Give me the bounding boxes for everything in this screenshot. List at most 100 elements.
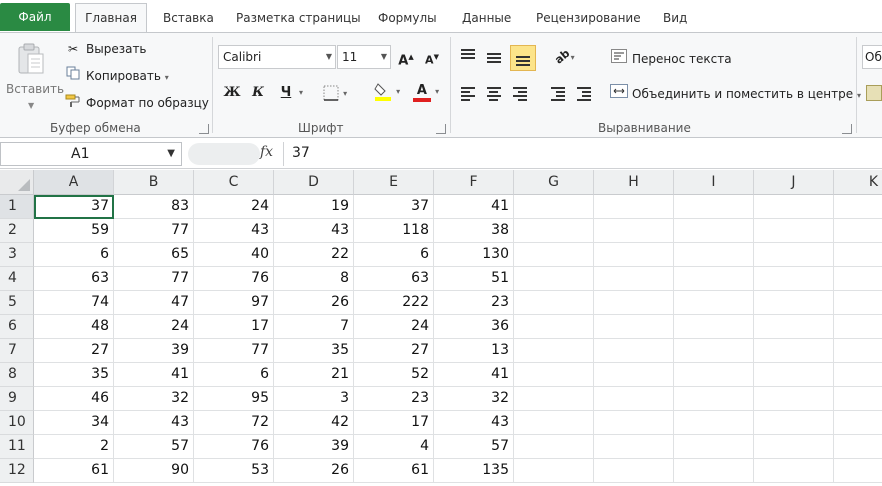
cell-f10[interactable]: 43 [434, 411, 514, 435]
cell-j1[interactable] [754, 195, 834, 219]
cell-b11[interactable]: 57 [114, 435, 194, 459]
cell-d11[interactable]: 39 [274, 435, 354, 459]
cell-c3[interactable]: 40 [194, 243, 274, 267]
cell-g1[interactable] [514, 195, 594, 219]
cell-d8[interactable]: 21 [274, 363, 354, 387]
tab-data[interactable]: Данные [462, 6, 511, 30]
cell-h2[interactable] [594, 219, 674, 243]
clipboard-launcher-icon[interactable] [199, 124, 209, 134]
orientation-button[interactable]: ab▾ [550, 46, 580, 68]
cell-j9[interactable] [754, 387, 834, 411]
cell-e7[interactable]: 27 [354, 339, 434, 363]
cell-b7[interactable]: 39 [114, 339, 194, 363]
cell-k3[interactable] [834, 243, 882, 267]
cell-e10[interactable]: 17 [354, 411, 434, 435]
cell-k9[interactable] [834, 387, 882, 411]
cell-h10[interactable] [594, 411, 674, 435]
cell-e2[interactable]: 118 [354, 219, 434, 243]
column-header-e[interactable]: E [354, 170, 434, 195]
cell-c7[interactable]: 77 [194, 339, 274, 363]
cell-k12[interactable] [834, 459, 882, 483]
cell-k5[interactable] [834, 291, 882, 315]
cell-i4[interactable] [674, 267, 754, 291]
cell-k7[interactable] [834, 339, 882, 363]
cell-b10[interactable]: 43 [114, 411, 194, 435]
column-header-a[interactable]: A [34, 170, 114, 195]
chevron-down-icon[interactable]: ▼ [167, 143, 175, 165]
cell-i1[interactable] [674, 195, 754, 219]
cell-e9[interactable]: 23 [354, 387, 434, 411]
cell-d6[interactable]: 7 [274, 315, 354, 339]
cell-b3[interactable]: 65 [114, 243, 194, 267]
cell-h4[interactable] [594, 267, 674, 291]
cell-e1[interactable]: 37 [354, 195, 434, 219]
decrease-indent-button[interactable] [548, 83, 568, 103]
cell-e4[interactable]: 63 [354, 267, 434, 291]
name-box[interactable]: A1 ▼ [0, 142, 182, 166]
cell-j11[interactable] [754, 435, 834, 459]
underline-dropdown-icon[interactable]: ▾ [296, 82, 306, 104]
cell-h3[interactable] [594, 243, 674, 267]
cell-f4[interactable]: 51 [434, 267, 514, 291]
cell-f7[interactable]: 13 [434, 339, 514, 363]
cut-button[interactable]: ✂ Вырезать [64, 39, 147, 59]
cell-a5[interactable]: 74 [34, 291, 114, 315]
number-format-select[interactable]: Об [862, 45, 882, 69]
copy-dropdown-icon[interactable]: ▾ [165, 73, 169, 82]
cell-a11[interactable]: 2 [34, 435, 114, 459]
cell-a10[interactable]: 34 [34, 411, 114, 435]
cell-d2[interactable]: 43 [274, 219, 354, 243]
cell-d7[interactable]: 35 [274, 339, 354, 363]
cell-i7[interactable] [674, 339, 754, 363]
cell-d4[interactable]: 8 [274, 267, 354, 291]
cell-j6[interactable] [754, 315, 834, 339]
bold-button[interactable]: Ж [222, 82, 242, 104]
cell-e3[interactable]: 6 [354, 243, 434, 267]
cell-f9[interactable]: 32 [434, 387, 514, 411]
cell-k6[interactable] [834, 315, 882, 339]
row-header-8[interactable]: 8 [0, 363, 34, 387]
cell-j5[interactable] [754, 291, 834, 315]
cell-j3[interactable] [754, 243, 834, 267]
cell-f12[interactable]: 135 [434, 459, 514, 483]
column-header-b[interactable]: B [114, 170, 194, 195]
cell-e5[interactable]: 222 [354, 291, 434, 315]
align-left-button[interactable] [458, 83, 478, 103]
cell-c1[interactable]: 24 [194, 195, 274, 219]
cell-c2[interactable]: 43 [194, 219, 274, 243]
cell-e8[interactable]: 52 [354, 363, 434, 387]
cell-k10[interactable] [834, 411, 882, 435]
cell-f8[interactable]: 41 [434, 363, 514, 387]
align-bottom-button[interactable] [510, 45, 536, 71]
cell-f5[interactable]: 23 [434, 291, 514, 315]
cell-h7[interactable] [594, 339, 674, 363]
cell-c12[interactable]: 53 [194, 459, 274, 483]
cell-a2[interactable]: 59 [34, 219, 114, 243]
font-size-select[interactable]: 11 ▼ [337, 45, 391, 69]
cell-j4[interactable] [754, 267, 834, 291]
cell-c4[interactable]: 76 [194, 267, 274, 291]
copy-button[interactable]: Копировать ▾ [64, 66, 169, 86]
underline-button[interactable]: Ч [276, 82, 296, 104]
row-header-12[interactable]: 12 [0, 459, 34, 483]
row-header-11[interactable]: 11 [0, 435, 34, 459]
cell-d9[interactable]: 3 [274, 387, 354, 411]
cell-c6[interactable]: 17 [194, 315, 274, 339]
cell-a8[interactable]: 35 [34, 363, 114, 387]
cell-h6[interactable] [594, 315, 674, 339]
cell-f2[interactable]: 38 [434, 219, 514, 243]
cell-b6[interactable]: 24 [114, 315, 194, 339]
italic-button[interactable]: К [248, 82, 268, 104]
tab-home[interactable]: Главная [75, 3, 147, 33]
tab-view[interactable]: Вид [663, 6, 687, 30]
cell-i9[interactable] [674, 387, 754, 411]
cell-b4[interactable]: 77 [114, 267, 194, 291]
cell-g9[interactable] [514, 387, 594, 411]
row-header-10[interactable]: 10 [0, 411, 34, 435]
align-middle-button[interactable] [484, 47, 504, 67]
cell-d10[interactable]: 42 [274, 411, 354, 435]
cell-g11[interactable] [514, 435, 594, 459]
cell-a3[interactable]: 6 [34, 243, 114, 267]
cell-b8[interactable]: 41 [114, 363, 194, 387]
cell-j8[interactable] [754, 363, 834, 387]
